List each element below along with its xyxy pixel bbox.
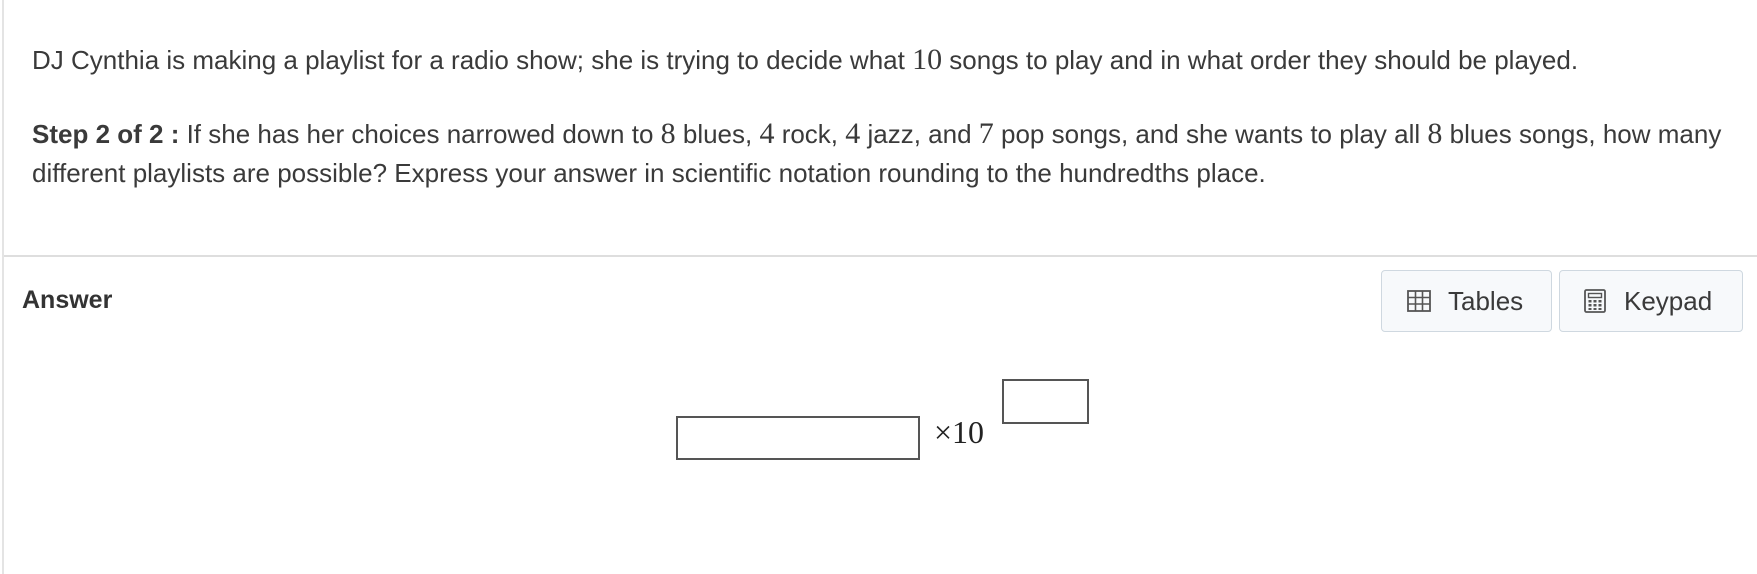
question-intro: DJ Cynthia is making a playlist for a ra… — [32, 43, 1579, 76]
question-step: Step 2 of 2 : If she has her choices nar… — [32, 117, 1722, 188]
jazz-count: 4 — [845, 117, 861, 150]
answer-label: Answer — [22, 286, 113, 314]
pop-count: 7 — [978, 117, 994, 150]
exponent-input[interactable] — [1002, 379, 1089, 424]
left-border — [2, 0, 4, 574]
calculator-icon — [1582, 288, 1608, 314]
tables-button[interactable]: Tables — [1381, 270, 1552, 332]
blues-count: 8 — [660, 117, 676, 150]
mantissa-input[interactable] — [676, 416, 920, 460]
keypad-label: Keypad — [1624, 285, 1713, 316]
keypad-button[interactable]: Keypad — [1559, 270, 1743, 332]
times-ten-label: ×10 — [934, 414, 985, 450]
section-divider — [4, 255, 1757, 257]
table-icon — [1406, 288, 1432, 314]
blues-all-count: 8 — [1427, 117, 1443, 150]
step-label: Step 2 of 2 : — [32, 119, 180, 149]
song-count: 10 — [912, 43, 943, 76]
rock-count: 4 — [759, 117, 775, 150]
question-text: DJ Cynthia is making a playlist for a ra… — [32, 40, 1732, 193]
tables-label: Tables — [1448, 285, 1524, 316]
